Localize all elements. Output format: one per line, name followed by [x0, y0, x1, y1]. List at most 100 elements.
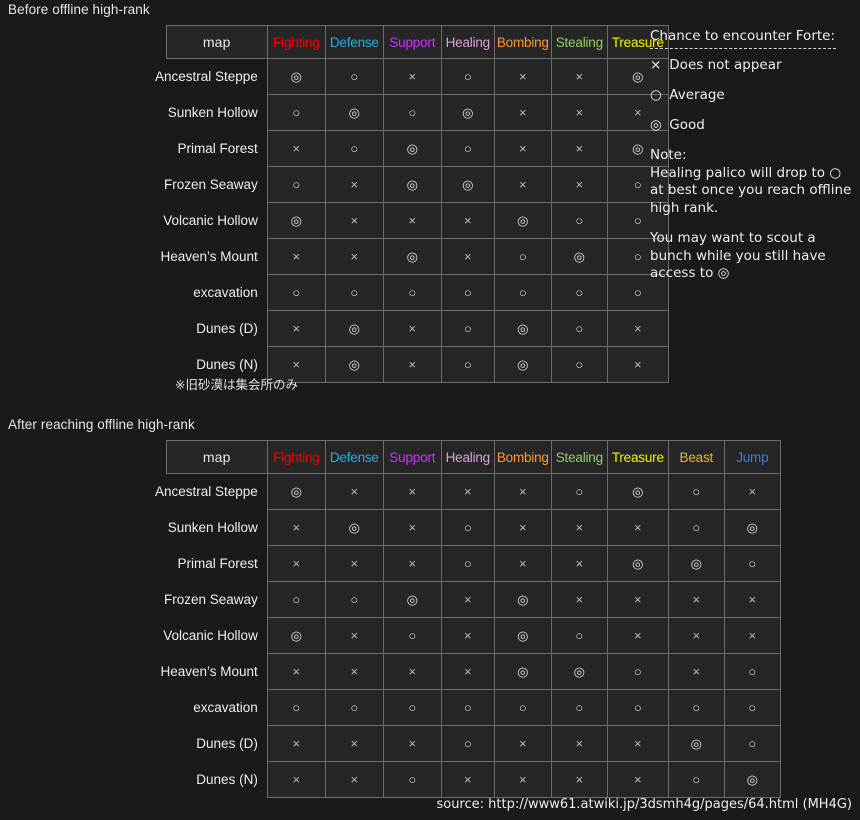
rating-o-icon: ○ [575, 213, 584, 228]
column-header-bombing: Bombing [493, 440, 552, 474]
matrix-cell: ◎ [440, 94, 495, 131]
matrix-cell: ○ [324, 581, 384, 618]
rating-dbl-icon: ◎ [517, 664, 529, 679]
rating-dbl-icon: ◎ [348, 105, 360, 120]
rating-x-icon: × [350, 484, 359, 499]
column-header-defense: Defense [324, 25, 384, 59]
rating-x-icon: × [408, 664, 417, 679]
rating-dbl-icon: ◎ [573, 664, 585, 679]
column-header-map: map [165, 25, 268, 59]
matrix-header-row: map Fighting Defense Support Healing Bombing S… [155, 25, 669, 59]
rating-o-icon: ○ [692, 772, 701, 787]
matrix-row: Dunes (N) × × ○ × × × × ○ ◎ [155, 761, 781, 798]
matrix-cell: ○ [550, 274, 608, 311]
matrix-cell: ◎ [606, 473, 669, 510]
matrix-cell: ◎ [606, 545, 669, 582]
column-header-support: Support [382, 440, 442, 474]
rating-o-icon: ○ [633, 177, 642, 192]
rating-dbl-icon: ◎ [632, 141, 644, 156]
rating-dbl-icon: ◎ [517, 628, 529, 643]
matrix-row: Dunes (D) × × × ○ × × × ◎ ○ [155, 725, 781, 762]
rating-x-icon: × [575, 592, 584, 607]
rating-x-icon: × [575, 736, 584, 751]
matrix-cell: ○ [266, 166, 326, 203]
matrix-row: Heaven’s Mount × × × × ◎ ◎ ○ × ○ [155, 653, 781, 690]
rating-o-icon: ○ [463, 520, 472, 535]
rating-x-icon: × [292, 736, 301, 751]
matrix-cell: × [667, 653, 725, 690]
matrix-cell: × [324, 617, 384, 654]
matrix-cell: × [606, 725, 669, 762]
note-spacer [650, 217, 855, 230]
matrix-cell: × [324, 725, 384, 762]
row-label-frozen-seaway: Frozen Seaway [164, 177, 258, 192]
legend-entry: ◎ Good [650, 117, 855, 133]
matrix-cell: ○ [266, 581, 326, 618]
rating-dbl-icon: ◎ [406, 141, 418, 156]
rating-o-icon: ○ [463, 321, 472, 336]
matrix-cell: × [266, 653, 326, 690]
rating-o-icon: ○ [692, 484, 701, 499]
matrix-cell: ○ [550, 689, 608, 726]
matrix-cell: ○ [382, 274, 442, 311]
matrix-cell: ○ [606, 689, 669, 726]
rating-x-icon: × [464, 628, 472, 643]
matrix-cell: ◎ [324, 509, 384, 546]
matrix-corner-spacer [155, 26, 166, 59]
matrix-cell: × [324, 761, 384, 798]
rating-o-icon: ○ [463, 69, 472, 84]
matrix-cell: × [440, 653, 495, 690]
matrix-cell: ○ [493, 238, 552, 275]
row-label-ancestral-steppe: Ancestral Steppe [155, 484, 258, 500]
matrix-cell: × [266, 238, 326, 275]
rating-dbl-icon: ◎ [406, 249, 418, 264]
rating-x-icon: × [634, 628, 642, 643]
rating-o-icon: ○ [292, 105, 301, 120]
matrix-cell: ○ [723, 545, 781, 582]
matrix-cell: ○ [382, 617, 442, 654]
rating-x-icon: × [408, 736, 417, 751]
rating-o-icon: ○ [350, 141, 359, 156]
matrix-cell: ◎ [324, 94, 384, 131]
rating-x-icon: × [519, 520, 527, 535]
column-header-healing: Healing [440, 440, 495, 474]
legend-label: Good [665, 117, 705, 133]
matrix-row: Primal Forest × ○ ◎ ○ × × ◎ [155, 130, 669, 167]
column-header-stealing: Stealing [550, 25, 608, 59]
matrix-cell: ◎ [266, 473, 326, 510]
matrix-cell: × [493, 761, 552, 798]
rating-x-icon: × [519, 556, 527, 571]
legend-symbol-icon: ◎ [650, 117, 662, 133]
matrix-cell: ◎ [324, 346, 384, 383]
row-label-dunes-d: Dunes (D) [196, 736, 258, 751]
matrix-cell: ○ [440, 274, 495, 311]
matrix-cell: ○ [723, 689, 781, 726]
rating-x-icon: × [692, 664, 701, 679]
column-header-bombing: Bombing [493, 25, 552, 59]
matrix-cell: × [667, 617, 725, 654]
legend-entry: × Does not appear [650, 57, 855, 73]
rating-o-icon: ○ [350, 69, 359, 84]
matrix-cell: ○ [723, 653, 781, 690]
rating-dbl-icon: ◎ [746, 520, 758, 535]
rating-x-icon: × [464, 484, 472, 499]
matrix-cell: ○ [667, 509, 725, 546]
rating-dbl-icon: ◎ [632, 556, 644, 571]
row-label-volcanic-hollow: Volcanic Hollow [163, 628, 258, 643]
matrix-cell: × [606, 617, 669, 654]
rating-o-icon: ○ [692, 700, 701, 715]
rating-o-icon: ○ [350, 700, 359, 715]
row-label-heaven-s-mount: Heaven’s Mount [160, 664, 258, 679]
rating-dbl-icon: ◎ [290, 69, 302, 84]
note-line-3: high rank. [650, 199, 719, 216]
legend-entry-list: × Does not appear ○ Average ◎ Good [650, 57, 855, 133]
rating-o-icon: ○ [292, 285, 301, 300]
matrix-cell: ◎ [667, 725, 725, 762]
rating-x-icon: × [575, 520, 584, 535]
matrix-cell: × [266, 509, 326, 546]
matrix-cell: × [606, 581, 669, 618]
rating-x-icon: × [634, 321, 642, 336]
rating-x-icon: × [292, 249, 301, 264]
row-label-dunes-d: Dunes (D) [196, 321, 258, 336]
matrix-cell: ○ [440, 130, 495, 167]
